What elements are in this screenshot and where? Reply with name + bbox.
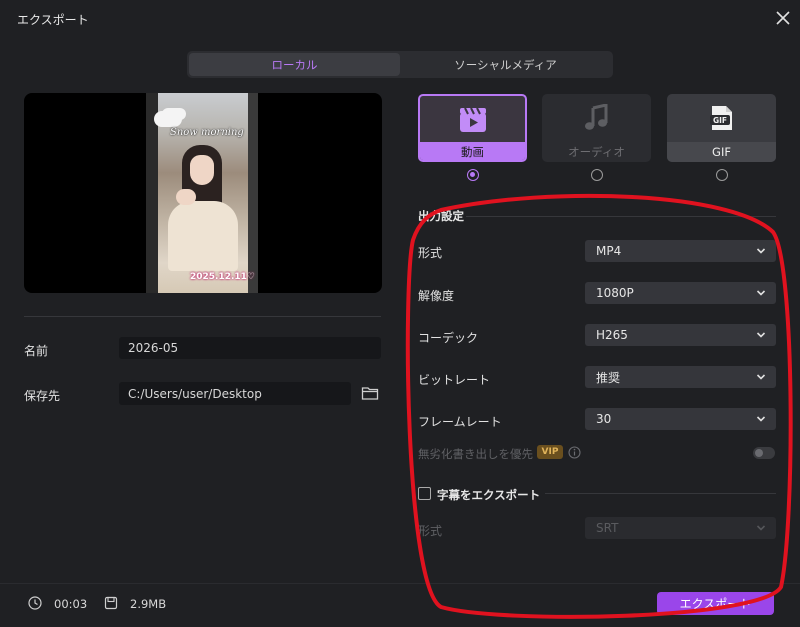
- chevron-down-icon: [756, 290, 766, 296]
- bitrate-label: ビットレート: [418, 373, 491, 387]
- subtitle-divider: [545, 493, 776, 494]
- resolution-label: 解像度: [418, 289, 455, 303]
- thumbnail-figure-face: [190, 155, 214, 185]
- radio-audio[interactable]: [591, 169, 603, 181]
- music-note-icon: [584, 104, 607, 130]
- format-card-video[interactable]: 動画: [418, 94, 527, 162]
- chevron-down-icon: [756, 374, 766, 380]
- export-button[interactable]: エクスポート: [657, 592, 774, 615]
- codec-value: H265: [596, 328, 628, 342]
- format-label: 形式: [418, 246, 443, 260]
- file-size-icon: [104, 596, 118, 610]
- clock-icon: [28, 596, 42, 610]
- name-label: 名前: [24, 344, 49, 358]
- output-settings-title: 出力設定: [418, 209, 464, 223]
- bitrate-dropdown[interactable]: 推奨: [585, 366, 776, 388]
- save-path-input[interactable]: C:/Users/user/Desktop: [119, 382, 351, 405]
- save-location-label: 保存先: [24, 389, 61, 403]
- video-icon-area: [420, 96, 525, 144]
- gif-file-icon: GIF: [709, 106, 732, 130]
- lossless-export-label: 無劣化書き出しを優先: [418, 447, 533, 461]
- window-title: エクスポート: [17, 13, 89, 27]
- format-dropdown[interactable]: MP4: [585, 240, 776, 262]
- preview-date-text: 2025.12.11♡: [190, 272, 256, 282]
- framerate-label: フレームレート: [418, 415, 502, 429]
- chevron-down-icon: [756, 332, 766, 338]
- subtitle-format-dropdown[interactable]: SRT: [585, 517, 776, 539]
- radio-gif[interactable]: [716, 169, 728, 181]
- format-card-audio[interactable]: オーディオ: [542, 94, 651, 162]
- codec-dropdown[interactable]: H265: [585, 324, 776, 346]
- thumbnail-edge-right: [248, 93, 258, 293]
- format-label-video: 動画: [420, 142, 525, 160]
- codec-label: コーデック: [418, 331, 479, 345]
- resolution-value: 1080P: [596, 286, 634, 300]
- toggle-knob: [755, 449, 763, 457]
- chevron-down-icon: [756, 416, 766, 422]
- chevron-down-icon: [756, 525, 766, 531]
- file-size-text: 2.9MB: [130, 597, 167, 611]
- gif-icon-area: GIF: [667, 94, 776, 142]
- filename-input[interactable]: 2026-05: [119, 337, 381, 359]
- audio-icon-area: [542, 94, 651, 142]
- thumbnail-figure-body: [168, 201, 238, 271]
- info-icon[interactable]: [568, 446, 581, 459]
- chevron-down-icon: [756, 248, 766, 254]
- thumbnail-figure-hand: [176, 189, 196, 205]
- vip-badge: VIP: [537, 445, 563, 459]
- subtitle-export-label: 字幕をエクスポート: [437, 488, 541, 502]
- format-label-audio: オーディオ: [568, 145, 625, 159]
- tab-social-media[interactable]: ソーシャルメディア: [400, 53, 611, 76]
- preview-thumbnail: Snow morning 2025.12.11♡: [146, 93, 258, 293]
- format-label-gif: GIF: [667, 142, 776, 162]
- bitrate-value: 推奨: [596, 370, 621, 385]
- duration-text: 00:03: [54, 597, 88, 611]
- left-divider: [24, 316, 381, 317]
- framerate-dropdown[interactable]: 30: [585, 408, 776, 430]
- cloud-sticker: [154, 111, 182, 127]
- svg-text:GIF: GIF: [712, 116, 726, 125]
- framerate-value: 30: [596, 412, 612, 426]
- radio-video[interactable]: [467, 169, 479, 181]
- tab-local[interactable]: ローカル: [189, 53, 400, 76]
- subtitle-export-checkbox[interactable]: [418, 487, 431, 500]
- close-icon[interactable]: [772, 7, 794, 29]
- footer-divider: [0, 583, 800, 584]
- title-bar: エクスポート: [0, 0, 800, 36]
- export-target-tabs: ローカル ソーシャルメディア: [187, 51, 613, 78]
- lossless-toggle[interactable]: [753, 447, 775, 459]
- format-value: MP4: [596, 244, 622, 258]
- section-divider: [466, 216, 776, 217]
- clapperboard-icon: [459, 107, 486, 132]
- video-preview: Snow morning 2025.12.11♡: [24, 93, 382, 293]
- subtitle-format-label: 形式: [418, 524, 443, 538]
- resolution-dropdown[interactable]: 1080P: [585, 282, 776, 304]
- folder-icon[interactable]: [361, 384, 379, 402]
- subtitle-format-value: SRT: [596, 521, 619, 535]
- format-card-gif[interactable]: GIF GIF: [667, 94, 776, 162]
- preview-overlay-text: Snow morning: [170, 127, 244, 138]
